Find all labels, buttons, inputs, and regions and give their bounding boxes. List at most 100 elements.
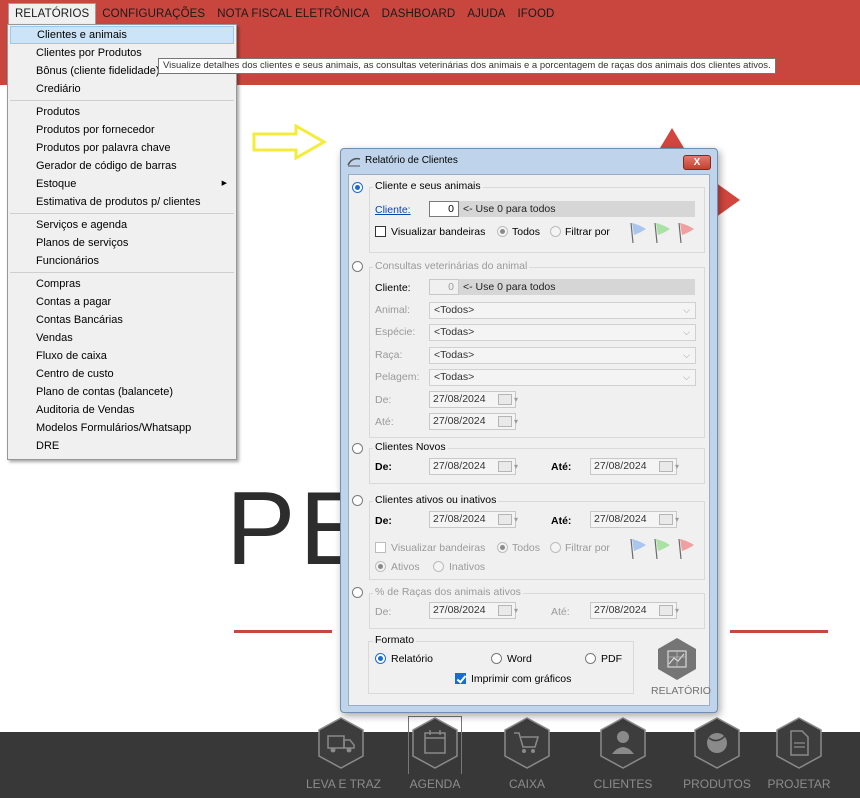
- chevron-down-icon: ⌵: [683, 305, 690, 315]
- menu-configuracoes[interactable]: CONFIGURAÇÕES: [96, 4, 211, 25]
- de-label: De:: [375, 394, 392, 406]
- group-caption: Cliente e seus animais: [373, 180, 483, 192]
- dock-label: PRODUTOS: [683, 777, 751, 791]
- menu-item-servicos-e-agenda[interactable]: Serviços e agenda: [8, 216, 236, 234]
- ativos-de-date[interactable]: 27/08/2024: [429, 511, 518, 528]
- calendar-icon[interactable]: [659, 603, 679, 618]
- especie-select[interactable]: <Todas> ⌵: [429, 324, 696, 341]
- menu-item-produtos-por-palavra-chave[interactable]: Produtos por palavra chave: [8, 139, 236, 157]
- cliente-link[interactable]: Cliente:: [375, 204, 411, 216]
- racas-ate-date[interactable]: 27/08/2024: [590, 602, 679, 619]
- menu-item-clientes-e-animais[interactable]: Clientes e animais: [10, 26, 234, 44]
- formato-word-radio[interactable]: [491, 653, 502, 664]
- menu-item-plano-de-contas[interactable]: Plano de contas (balancete): [8, 383, 236, 401]
- menu-item-produtos[interactable]: Produtos: [8, 103, 236, 121]
- imprimir-graficos-checkbox[interactable]: [455, 673, 466, 684]
- menu-nota-fiscal[interactable]: NOTA FISCAL ELETRÔNICA: [211, 4, 375, 25]
- dock-label: CAIXA: [508, 777, 545, 791]
- menu-item-contas-a-pagar[interactable]: Contas a pagar: [8, 293, 236, 311]
- menu-item-dre[interactable]: DRE: [8, 437, 236, 455]
- flags-todos-radio[interactable]: [497, 226, 508, 237]
- menu-item-estoque[interactable]: Estoque ▶: [8, 175, 236, 193]
- racas-de-date[interactable]: 27/08/2024: [429, 602, 518, 619]
- novos-de-date[interactable]: 27/08/2024: [429, 458, 518, 475]
- cart-icon: [504, 717, 550, 769]
- consulta-de-date[interactable]: 27/08/2024: [429, 391, 518, 408]
- menu-item-compras[interactable]: Compras: [8, 275, 236, 293]
- option-consultas-veterinarias[interactable]: [352, 261, 363, 272]
- ativos-visualizar-bandeiras-checkbox[interactable]: [375, 542, 386, 553]
- menu-item-gerador-codigo-barras[interactable]: Gerador de código de barras: [8, 157, 236, 175]
- menu-item-planos-de-servicos[interactable]: Planos de serviços: [8, 234, 236, 252]
- de-label: De:: [375, 606, 392, 618]
- formato-relatorio-radio[interactable]: [375, 653, 386, 664]
- relatorio-button[interactable]: RELATÓRIO: [645, 637, 711, 701]
- especie-label: Espécie:: [375, 326, 416, 338]
- menu-item-fluxo-de-caixa[interactable]: Fluxo de caixa: [8, 347, 236, 365]
- select-value: <Todos>: [434, 304, 475, 316]
- option-clientes-ativos-inativos[interactable]: [352, 495, 363, 506]
- menu-dashboard[interactable]: DASHBOARD: [376, 4, 462, 25]
- menu-relatorios[interactable]: RELATÓRIOS: [8, 3, 97, 25]
- calendar-icon[interactable]: [659, 459, 679, 474]
- select-value: <Todas>: [434, 326, 475, 338]
- ativos-flags-group: [630, 538, 694, 560]
- calendar-icon[interactable]: [498, 414, 518, 429]
- formato-pdf-radio[interactable]: [585, 653, 596, 664]
- chevron-down-icon: ⌵: [683, 327, 690, 337]
- menu-item-auditoria-de-vendas[interactable]: Auditoria de Vendas: [8, 401, 236, 419]
- cliente-code-input[interactable]: 0: [429, 201, 459, 217]
- dock-clientes[interactable]: CLIENTES: [588, 716, 658, 791]
- consulta-ate-date[interactable]: 27/08/2024: [429, 413, 518, 430]
- option-cliente-e-animais[interactable]: [352, 182, 363, 193]
- menu-item-produtos-por-fornecedor[interactable]: Produtos por fornecedor: [8, 121, 236, 139]
- ativos-flags-todos-radio[interactable]: [497, 542, 508, 553]
- dock-leva-e-traz[interactable]: LEVA E TRAZ: [306, 716, 381, 791]
- dock-projetar[interactable]: PROJETAR: [764, 716, 834, 791]
- calendar-icon[interactable]: [498, 603, 518, 618]
- close-button[interactable]: X: [683, 155, 711, 170]
- radio-label: Inativos: [449, 561, 486, 573]
- chart-icon: [658, 638, 696, 680]
- ball-icon: [694, 717, 740, 769]
- animal-select[interactable]: <Todos> ⌵: [429, 302, 696, 319]
- cliente-label: Cliente:: [375, 282, 411, 294]
- menu-ajuda[interactable]: AJUDA: [461, 4, 511, 25]
- cliente-hint: <- Use 0 para todos: [459, 201, 695, 217]
- menu-item-centro-de-custo[interactable]: Centro de custo: [8, 365, 236, 383]
- animal-label: Animal:: [375, 304, 411, 316]
- pelagem-select[interactable]: <Todas> ⌵: [429, 369, 696, 386]
- ativos-radio[interactable]: [375, 561, 386, 572]
- dock-caixa[interactable]: CAIXA: [492, 716, 562, 791]
- raca-select[interactable]: <Todas> ⌵: [429, 347, 696, 364]
- option-clientes-novos[interactable]: [352, 443, 363, 454]
- calendar-icon[interactable]: [659, 512, 679, 527]
- inativos-radio[interactable]: [433, 561, 444, 572]
- dock-produtos[interactable]: PRODUTOS: [682, 716, 752, 791]
- calendar-icon[interactable]: [498, 512, 518, 527]
- flags-filtrar-radio[interactable]: [550, 226, 561, 237]
- menu-item-funcionarios[interactable]: Funcionários: [8, 252, 236, 270]
- menu-ifood[interactable]: IFOOD: [512, 4, 561, 25]
- dialog-titlebar[interactable]: Relatório de Clientes X: [341, 149, 717, 173]
- ate-label: Até:: [375, 416, 394, 428]
- option-racas-animais[interactable]: [352, 587, 363, 598]
- pelagem-label: Pelagem:: [375, 371, 420, 383]
- dock-agenda[interactable]: AGENDA: [400, 716, 470, 791]
- menu-item-crediario[interactable]: Crediário: [8, 80, 236, 98]
- menu-item-estimativa-produtos[interactable]: Estimativa de produtos p/ clientes: [8, 193, 236, 211]
- ativos-flags-filtrar-radio[interactable]: [550, 542, 561, 553]
- menu-item-vendas[interactable]: Vendas: [8, 329, 236, 347]
- calendar-icon[interactable]: [498, 459, 518, 474]
- novos-ate-date[interactable]: 27/08/2024: [590, 458, 679, 475]
- date-value: 27/08/2024: [594, 460, 647, 472]
- menu-item-contas-bancarias[interactable]: Contas Bancárias: [8, 311, 236, 329]
- calendar-icon[interactable]: [498, 392, 518, 407]
- group-caption: % de Raças dos animais ativos: [373, 586, 523, 598]
- ativos-ate-date[interactable]: 27/08/2024: [590, 511, 679, 528]
- group-formato: [368, 641, 634, 694]
- menu-item-modelos-formularios[interactable]: Modelos Formulários/Whatsapp: [8, 419, 236, 437]
- de-label: De:: [375, 515, 392, 527]
- consulta-cliente-code-input[interactable]: 0: [429, 279, 459, 295]
- visualizar-bandeiras-checkbox[interactable]: [375, 226, 386, 237]
